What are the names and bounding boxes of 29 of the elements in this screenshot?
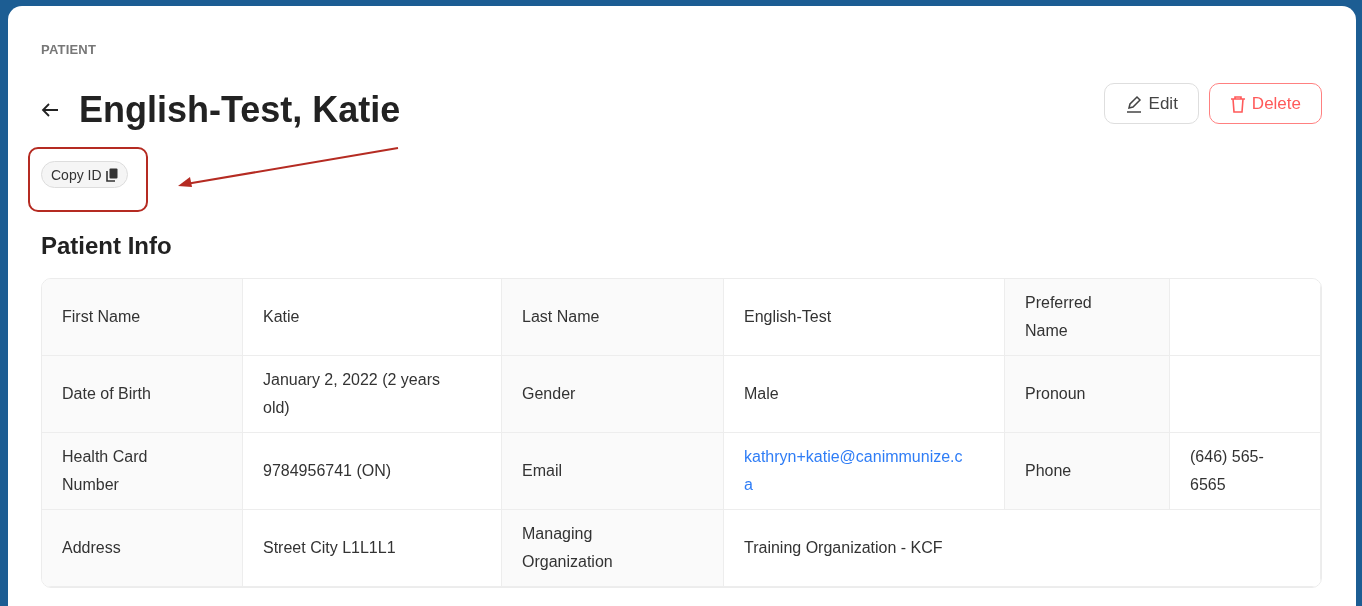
copy-icon [105, 167, 118, 182]
copy-id-button[interactable]: Copy ID [41, 161, 128, 188]
field-label: Date of Birth [62, 384, 151, 404]
field-label: Preferred Name [1025, 293, 1093, 341]
field-label: Gender [522, 384, 576, 404]
pencil-icon [1124, 94, 1143, 113]
field-value: January 2, 2022 (2 years old) [263, 370, 441, 418]
trash-icon [1229, 94, 1246, 113]
edit-button[interactable]: Edit [1103, 83, 1199, 124]
field-label: Last Name [522, 307, 600, 327]
field-label: Managing Organization [522, 524, 614, 572]
field-value: (646) 565-6565 [1190, 447, 1265, 495]
field-value: Street City L1L1L1 [263, 538, 396, 558]
email-link[interactable]: kathryn+katie@canimmunize.ca [744, 443, 964, 499]
field-label: First Name [62, 307, 141, 327]
field-label: Pronoun [1025, 384, 1086, 404]
field-label: Phone [1025, 461, 1072, 481]
field-value: Male [744, 384, 779, 404]
back-arrow-icon[interactable] [41, 102, 59, 118]
field-value: Katie [263, 307, 300, 327]
field-label: Health Card Number [62, 447, 149, 495]
section-heading: Patient Info [41, 232, 173, 260]
field-label: Address [62, 538, 121, 558]
field-value: English-Test [744, 307, 832, 327]
field-value: Training Organization - KCF [744, 538, 943, 558]
patient-name: English-Test, Katie [79, 89, 401, 131]
field-value: 9784956741 (ON) [263, 461, 392, 481]
field-label: Email [522, 461, 562, 481]
section-label: PATIENT [41, 42, 98, 57]
